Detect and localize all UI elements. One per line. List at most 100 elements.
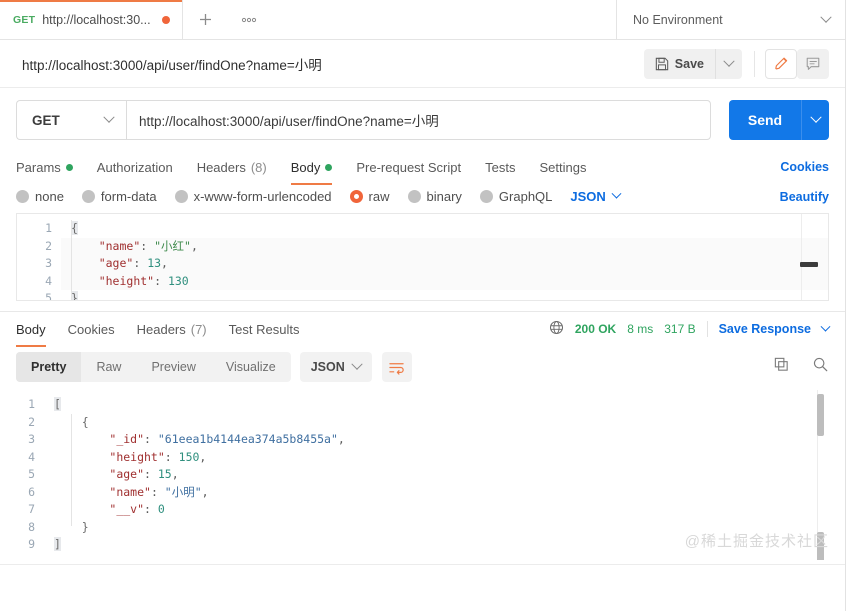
json-value: 150 (178, 449, 200, 464)
code-line: "age": 15, (109, 467, 179, 481)
globe-icon (549, 320, 564, 338)
json-comma: , (199, 449, 207, 464)
response-tab-cookies-label: Cookies (67, 321, 115, 337)
environment-selector[interactable]: No Environment (616, 0, 845, 39)
tab-tests-label: Tests (485, 159, 516, 175)
json-close-brace: } (71, 291, 78, 300)
response-tab-headers-count: (7) (190, 321, 207, 337)
request-body-editor[interactable]: 1 2 3 4 5 { "name": "小红", "age": 13, "he… (16, 213, 829, 301)
more-tabs-button[interactable] (228, 0, 269, 39)
copy-button[interactable] (773, 356, 790, 378)
body-type-form-data[interactable]: form-data (81, 189, 157, 204)
indent-guide (71, 220, 72, 300)
view-mode-pretty[interactable]: Pretty (16, 352, 82, 382)
tab-pre-request-script[interactable]: Pre-request Script (356, 152, 461, 182)
response-format-selector[interactable]: JSON (299, 352, 372, 382)
chevron-down-icon (351, 358, 363, 370)
tab-body[interactable]: Body (290, 152, 333, 185)
horizontal-scrollbar-thumb[interactable] (800, 262, 818, 267)
json-key: "name" (98, 238, 141, 253)
line-number: 5 (45, 291, 52, 301)
response-body-code: 1 2 3 4 5 6 7 8 9 [ { "_id": "61eea1b414… (0, 390, 845, 554)
body-type-none[interactable]: none (16, 189, 64, 204)
view-mode-raw[interactable]: Raw (81, 352, 136, 382)
body-format-selector[interactable]: JSON (570, 188, 622, 204)
json-colon: : (140, 238, 155, 253)
response-tab-test-results-label: Test Results (228, 321, 300, 337)
body-type-graphql[interactable]: GraphQL (479, 189, 552, 204)
send-button[interactable]: Send (729, 100, 801, 140)
response-view-toolbar: Pretty Raw Preview Visualize JSON (0, 346, 845, 390)
body-type-none-label: none (35, 189, 64, 204)
json-comma: , (201, 484, 209, 499)
beautify-link[interactable]: Beautify (780, 190, 829, 204)
line-number: 3 (45, 256, 52, 270)
cookies-link[interactable]: Cookies (780, 160, 829, 174)
save-button-group: Save (643, 48, 742, 79)
request-tab[interactable]: GET http://localhost:30... (0, 0, 183, 39)
view-mode-preview[interactable]: Preview (136, 352, 210, 382)
response-tab-body[interactable]: Body (16, 314, 46, 347)
send-button-group: Send (729, 100, 829, 140)
save-options-button[interactable] (716, 49, 742, 79)
tab-settings[interactable]: Settings (539, 152, 586, 182)
json-comma: , (337, 432, 345, 446)
chevron-down-icon (103, 111, 115, 123)
new-tab-button[interactable] (182, 0, 229, 39)
json-key: "age" (98, 256, 134, 270)
body-type-binary[interactable]: binary (407, 189, 462, 204)
response-tab-cookies[interactable]: Cookies (68, 314, 115, 344)
editor-vertical-rule (801, 214, 802, 300)
json-key: "name" (109, 484, 151, 499)
save-button[interactable]: Save (644, 48, 716, 79)
body-type-row: none form-data x-www-form-urlencoded raw… (0, 182, 845, 213)
response-format-value: JSON (310, 360, 345, 374)
tab-authorization[interactable]: Authorization (97, 152, 173, 182)
code-line: "height": 130 (61, 272, 828, 290)
chevron-down-icon (723, 55, 735, 67)
params-present-dot-icon (65, 163, 73, 171)
save-response-button[interactable]: Save Response (719, 322, 811, 336)
response-body-gutter: 1 2 3 4 5 6 7 8 9 (0, 390, 44, 554)
send-options-button[interactable] (801, 100, 829, 140)
body-present-dot-icon (325, 163, 333, 171)
response-status: 200 OK (574, 322, 617, 336)
tab-params[interactable]: Params (16, 152, 73, 182)
line-number: 4 (45, 273, 52, 288)
json-value: 130 (167, 273, 189, 288)
code-line: "height": 150, (109, 449, 207, 464)
json-key: "height" (109, 449, 165, 464)
json-comma: , (161, 256, 168, 270)
copy-icon (774, 357, 788, 371)
wrap-lines-button[interactable] (381, 352, 412, 382)
search-icon (813, 357, 828, 372)
code-line: "__v": 0 (109, 502, 165, 516)
response-tab-headers[interactable]: Headers (7) (137, 314, 207, 344)
json-open-bracket: [ (54, 397, 61, 411)
http-method-selector[interactable]: GET (16, 100, 126, 140)
line-number: 1 (45, 221, 52, 235)
response-tab-test-results[interactable]: Test Results (229, 314, 300, 344)
request-body-gutter: 1 2 3 4 5 (17, 214, 61, 301)
body-type-raw[interactable]: raw (349, 189, 390, 204)
json-key: "age" (109, 467, 145, 481)
json-value: 0 (157, 502, 165, 516)
json-open-brace: { (71, 221, 78, 235)
scrollbar-thumb-top[interactable] (817, 394, 824, 436)
tab-headers[interactable]: Headers (8) (197, 152, 267, 182)
json-comma: , (190, 238, 198, 253)
view-mode-visualize[interactable]: Visualize (211, 352, 291, 382)
json-colon: : (154, 273, 168, 288)
line-number: 9 (28, 537, 35, 551)
toolbar-divider (754, 50, 755, 77)
body-type-urlencoded[interactable]: x-www-form-urlencoded (174, 189, 332, 204)
url-input[interactable]: http://localhost:3000/api/user/findOne?n… (126, 100, 711, 140)
body-type-urlencoded-label: x-www-form-urlencoded (193, 189, 332, 204)
edit-request-button[interactable] (765, 48, 797, 79)
comments-button[interactable] (797, 48, 829, 79)
tab-tests[interactable]: Tests (485, 152, 515, 182)
chevron-down-icon[interactable] (820, 321, 831, 332)
search-response-button[interactable] (812, 356, 829, 378)
json-close-brace: } (81, 519, 89, 534)
line-number: 1 (28, 397, 35, 411)
